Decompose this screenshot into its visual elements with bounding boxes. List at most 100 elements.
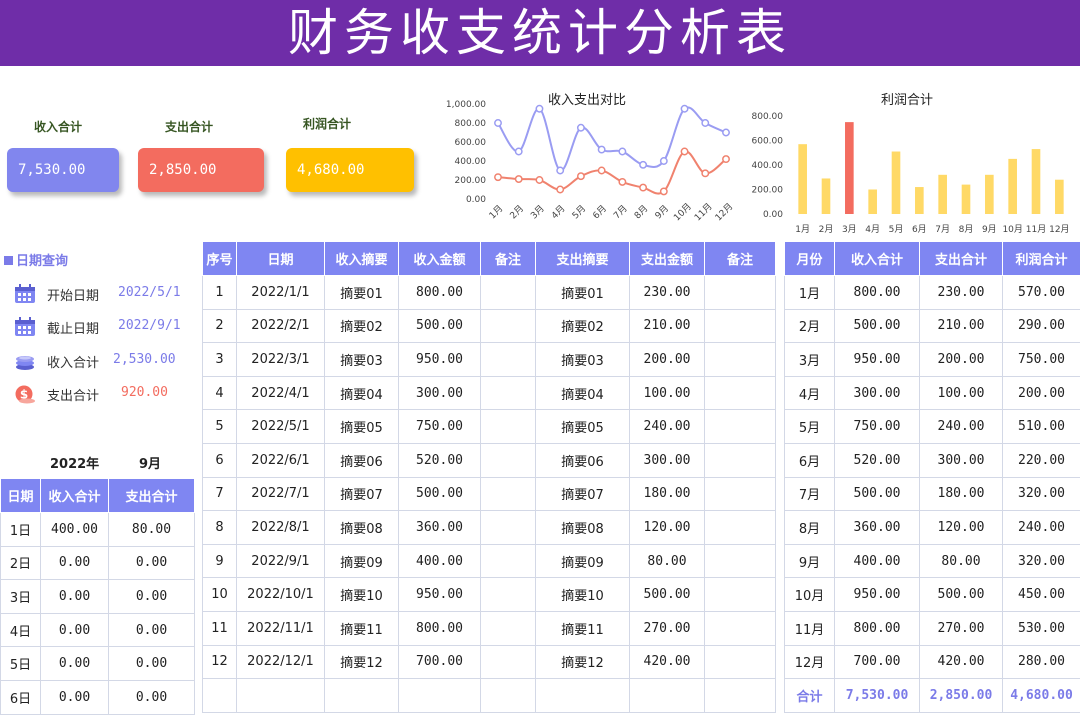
- detail-row-cell: 3: [202, 342, 237, 377]
- monthly-row-cell: 210.00: [919, 308, 1003, 344]
- monthly-row-cell: 520.00: [834, 442, 920, 478]
- line-chart-ytick: 200.00: [455, 176, 487, 186]
- bar-chart-xtick: 9月: [982, 224, 997, 235]
- monthly-header-month: 月份: [784, 241, 835, 276]
- query-start-value[interactable]: 2022/5/1: [118, 285, 181, 300]
- monthly-total-cell: 4,680.00: [1002, 678, 1080, 713]
- kpi-income-card: 7,530.00: [7, 148, 119, 192]
- bar-chart-xtick: 1月: [795, 224, 810, 235]
- detail-header-expense-note: 备注: [704, 241, 776, 276]
- monthly-row-cell: 3月: [784, 342, 835, 377]
- detail-row-cell: 摘要11: [535, 610, 630, 646]
- detail-row-cell: [480, 678, 536, 713]
- detail-row-cell: 270.00: [629, 610, 705, 646]
- detail-row-cell: 500.00: [629, 577, 705, 612]
- query-end-value[interactable]: 2022/9/1: [118, 318, 181, 333]
- detail-row-cell: 摘要10: [324, 577, 399, 612]
- detail-row-cell: 500.00: [398, 476, 481, 512]
- line-chart-xtick: 3月: [529, 203, 547, 221]
- monthly-row-cell: 510.00: [1002, 409, 1080, 444]
- line-chart-xtick: 12月: [713, 201, 735, 223]
- monthly-row-cell: 300.00: [919, 442, 1003, 478]
- bar-chart-title: 利润合计: [881, 93, 933, 108]
- detail-row-cell: 摘要08: [535, 510, 630, 545]
- title-banner: 财务收支统计分析表: [0, 0, 1080, 66]
- bar-chart-bar: [915, 187, 924, 214]
- detail-row-cell: 摘要09: [535, 543, 630, 579]
- bar-chart-xtick: 12月: [1049, 224, 1069, 235]
- detail-row-cell: 2022/3/1: [236, 342, 325, 377]
- line-chart-point: [494, 173, 502, 182]
- coin-stack-icon: [14, 351, 36, 371]
- detail-header-expense-summary: 支出摘要: [535, 241, 630, 276]
- monthly-row-cell: 320.00: [1002, 476, 1080, 512]
- detail-row-cell: 2022/11/1: [236, 610, 325, 646]
- detail-row-cell: 2: [202, 308, 237, 344]
- line-chart-ytick: 600.00: [455, 138, 487, 148]
- bar-chart-bar: [821, 178, 831, 214]
- detail-row: 3 2022/3/1 摘要03 950.00 摘要03 200.00: [202, 342, 776, 377]
- bar-chart-bar: [798, 144, 807, 214]
- monthly-row-cell: 500.00: [919, 577, 1003, 612]
- line-chart-point: [597, 145, 606, 154]
- daily-row-cell: 0.00: [40, 679, 109, 715]
- line-chart-ytick: 0.00: [466, 195, 486, 205]
- detail-row-cell: [480, 543, 536, 579]
- bar-chart-xtick: 4月: [865, 224, 880, 235]
- line-chart-point: [722, 128, 730, 137]
- line-chart-point: [597, 166, 606, 175]
- monthly-row-cell: 420.00: [919, 644, 1003, 680]
- line-chart-xtick: 5月: [570, 203, 588, 221]
- monthly-row: 5月 750.00 240.00 510.00: [784, 409, 1080, 444]
- monthly-row-cell: 270.00: [919, 610, 1003, 646]
- query-start-label: 开始日期: [47, 289, 100, 304]
- detail-row: 11 2022/11/1 摘要11 800.00 摘要11 270.00: [202, 610, 776, 646]
- detail-row-cell: 6: [202, 442, 237, 478]
- detail-row-cell: 5: [202, 409, 237, 444]
- daily-header-row: 日期 收入合计 支出合计: [0, 478, 195, 513]
- detail-row-cell: 420.00: [629, 644, 705, 680]
- bar-chart-xtick: 2月: [819, 224, 834, 235]
- detail-row-cell: 12: [202, 644, 237, 680]
- monthly-row-cell: 2月: [784, 308, 835, 344]
- line-chart-ytick: 400.00: [455, 157, 487, 167]
- line-chart-point: [494, 119, 502, 127]
- bar-chart-bar: [938, 174, 947, 214]
- detail-row-cell: [480, 308, 536, 344]
- line-chart-ytick: 800.00: [455, 119, 487, 129]
- bar-chart-bar: [868, 189, 877, 214]
- detail-row-cell: [704, 678, 776, 713]
- monthly-row: 1月 800.00 230.00 570.00: [784, 275, 1080, 310]
- monthly-row-cell: 950.00: [834, 342, 920, 377]
- monthly-row-cell: 11月: [784, 610, 835, 646]
- detail-header-date: 日期: [236, 241, 325, 276]
- daily-row-cell: 2日: [0, 545, 41, 581]
- line-chart-point: [535, 176, 544, 184]
- detail-row-cell: 2022/1/1: [236, 275, 325, 310]
- detail-row-cell: 摘要08: [324, 510, 399, 545]
- monthly-row-cell: 300.00: [834, 375, 920, 411]
- bar-chart-ytick: 200.00: [752, 186, 784, 196]
- detail-row-cell: 300.00: [629, 442, 705, 478]
- daily-row-cell: 0.00: [108, 545, 195, 581]
- line-chart-point: [514, 175, 523, 184]
- detail-row-cell: 摘要02: [324, 308, 399, 344]
- transaction-detail-table: 序号 日期 收入摘要 收入金额 备注 支出摘要 支出金额 备注 1 2022/1/…: [202, 241, 776, 713]
- monthly-row-cell: 700.00: [834, 644, 920, 680]
- daily-row: 1日 400.00 80.00: [0, 512, 195, 547]
- year-selector[interactable]: 2022年: [50, 453, 99, 472]
- monthly-row: 3月 950.00 200.00 750.00: [784, 342, 1080, 377]
- monthly-row-cell: 180.00: [919, 476, 1003, 512]
- bar-chart-xtick: 8月: [959, 224, 974, 235]
- detail-row: 9 2022/9/1 摘要09 400.00 摘要09 80.00: [202, 543, 776, 579]
- line-chart-point: [576, 172, 585, 181]
- detail-row-cell: 2022/12/1: [236, 644, 325, 680]
- monthly-row-cell: 500.00: [834, 476, 920, 512]
- detail-row-cell: 2022/8/1: [236, 510, 325, 545]
- month-selector[interactable]: 9月: [139, 453, 161, 472]
- detail-header-index: 序号: [202, 241, 237, 276]
- detail-row-cell: 1: [202, 275, 237, 310]
- daily-row-cell: 0.00: [108, 612, 195, 648]
- detail-row-cell: [480, 510, 536, 545]
- detail-row-cell: [535, 678, 630, 713]
